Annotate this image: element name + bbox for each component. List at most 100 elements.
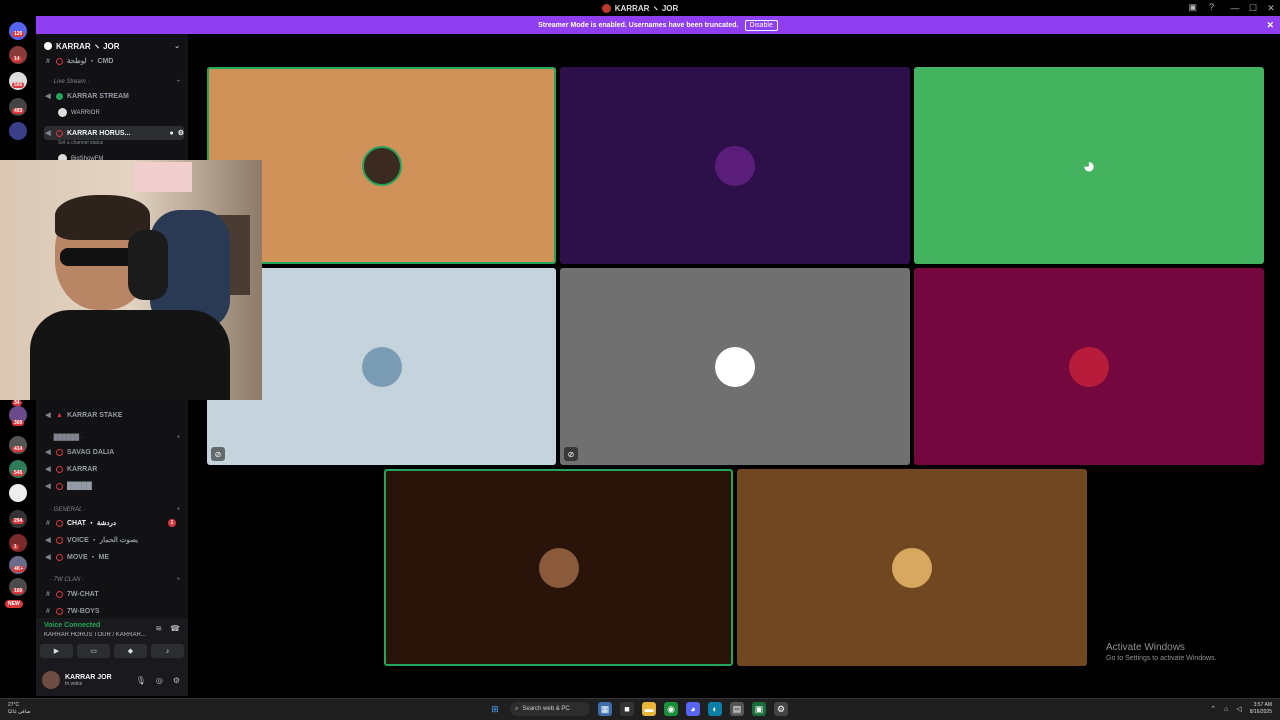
channel-voice[interactable]: ◀ VOICE ・ بصوت الحمار <box>44 533 184 547</box>
server-badge: 493 <box>12 108 25 114</box>
status-dot-icon <box>56 482 63 490</box>
channel-label: CHAT ・ دردشة <box>67 520 117 527</box>
weather-text: صافي غالبًا <box>8 709 31 715</box>
participant-tile[interactable]: ◕ <box>914 67 1264 264</box>
volume-icon[interactable]: ◁ <box>1236 705 1241 713</box>
close-window-button[interactable]: ✕ <box>1262 3 1280 14</box>
mute-icon: ⊘ <box>211 447 225 461</box>
category-label: · GENERAL · <box>50 507 86 513</box>
participant-tile[interactable] <box>560 67 910 264</box>
camera-icon: ▶ <box>53 648 60 655</box>
maximize-button[interactable]: ☐ <box>1244 3 1262 14</box>
clock[interactable]: 3:57 AM 8/16/2025 <box>1250 702 1272 716</box>
hash-icon: # <box>46 607 50 615</box>
channel-move-me[interactable]: ◀ MOVE ・ ME <box>44 550 184 564</box>
file-explorer-icon[interactable]: ▬ <box>642 702 656 716</box>
app-icon[interactable]: ▣ <box>752 702 766 716</box>
channel-label: VOICE ・ بصوت الحمار <box>67 537 139 544</box>
channel-item[interactable]: # لوطحة ・ CMD <box>44 54 184 68</box>
avatar <box>538 547 579 588</box>
server-icon[interactable] <box>9 484 27 502</box>
settings-icon[interactable]: ⚙ <box>774 702 788 716</box>
browser-icon[interactable]: ◉ <box>664 702 678 716</box>
channel-karrar-stream[interactable]: ◀ KARRAR STREAM <box>44 89 184 103</box>
category-2[interactable]: · ██████ · + <box>50 432 180 444</box>
webcam-overlay <box>0 160 262 400</box>
channel-label: KARRAR <box>67 465 98 473</box>
speaker-icon: ◀ <box>45 466 51 473</box>
participant-tile[interactable]: ⊘ <box>560 268 910 465</box>
status-dot-icon <box>56 57 63 65</box>
disconnect-icon[interactable]: ☎ <box>170 624 180 633</box>
user-panel[interactable]: KARRAR JOR In voice 🎙 ◎ ⚙ <box>36 664 188 696</box>
screen-share-icon: ▭ <box>90 648 97 655</box>
windows-start-icon[interactable]: ⊞ <box>488 702 502 716</box>
channel-chat[interactable]: # CHAT ・ دردشة 1 <box>44 516 184 530</box>
inbox-icon[interactable]: ▣ <box>1188 2 1197 13</box>
unread-badge: 1 <box>168 519 176 527</box>
mute-icon: ⊘ <box>564 447 578 461</box>
channel-label: KARRAR STAKE <box>66 411 123 419</box>
add-channel-icon[interactable]: + <box>176 435 180 441</box>
weather-widget[interactable]: 27°C صافي غالبًا <box>8 702 30 716</box>
channel-label: █████ <box>67 482 92 490</box>
activate-windows-watermark: Activate Windows Go to Settings to activ… <box>1106 642 1217 662</box>
channel-karrar-horus[interactable]: ◀ KARRAR HORUS... ● ⚙ <box>44 126 184 140</box>
voice-connected-status[interactable]: Voice Connected <box>44 622 100 629</box>
app-icon[interactable]: ◐ <box>708 702 722 716</box>
live-dot-icon <box>56 92 63 100</box>
activate-title: Activate Windows <box>1106 642 1185 653</box>
channel-label: 7W-BOYS <box>67 607 100 615</box>
channel-7w-chat[interactable]: #7W-CHAT <box>44 587 184 601</box>
chevron-up-icon[interactable]: ⌃ <box>1210 705 1216 713</box>
minimize-button[interactable]: — <box>1226 3 1244 13</box>
chat-icon[interactable]: ● <box>169 130 173 137</box>
search-icon: ⌕ <box>515 705 519 712</box>
folder-icon[interactable] <box>9 122 27 140</box>
category-live-stream[interactable]: · Live Stream · + <box>50 76 180 88</box>
mic-icon[interactable]: 🎙 <box>136 676 146 685</box>
network-icon[interactable]: ⌂ <box>1224 706 1228 713</box>
gear-icon[interactable]: ⚙ <box>173 676 180 685</box>
server-icon[interactable] <box>9 534 27 552</box>
screen-share-button[interactable]: ▭ <box>77 644 110 658</box>
close-banner-icon[interactable]: ✕ <box>1266 20 1274 31</box>
channel-label: SAVAG DALIA <box>67 448 115 456</box>
voice-stage: ◕ ⊘ ⊘ <box>188 34 1280 696</box>
taskbar-search[interactable]: ⌕ Search web & PC <box>510 702 590 716</box>
streamer-mode-banner: Streamer Mode is enabled. Usernames have… <box>36 16 1280 34</box>
calculator-icon[interactable]: ▤ <box>730 702 744 716</box>
add-channel-icon[interactable]: + <box>176 577 180 583</box>
activity-button[interactable]: ◆ <box>114 644 147 658</box>
status-dot-icon <box>56 448 63 456</box>
channel-karrar[interactable]: ◀ KARRAR <box>44 462 184 476</box>
voice-channel-name[interactable]: KARRAR HORUS TOUR / KARRAR... <box>44 632 169 638</box>
channel-savag-dalia[interactable]: ◀ SAVAG DALIA <box>44 445 184 459</box>
participant-tile[interactable] <box>914 268 1264 465</box>
disable-streamer-mode-button[interactable]: Disable <box>744 19 778 31</box>
user-status: In voice <box>65 680 83 687</box>
discord-icon[interactable]: ◕ <box>686 702 700 716</box>
task-view-icon[interactable]: ▦ <box>598 702 612 716</box>
headphones-icon[interactable]: ◎ <box>156 676 163 685</box>
app-icon[interactable]: ■ <box>620 702 634 716</box>
category-7w-clan[interactable]: · 7W CLAN · + <box>50 574 180 586</box>
soundboard-button[interactable]: ♪ <box>151 644 184 658</box>
member-warrior[interactable]: WARRIOR <box>58 108 100 117</box>
speaker-icon: ◀ <box>45 483 51 490</box>
avatar <box>361 346 402 387</box>
server-badge: 545 <box>12 470 25 476</box>
camera-button[interactable]: ▶ <box>40 644 73 658</box>
noise-suppression-icon[interactable]: ≋ <box>155 624 162 633</box>
category-general[interactable]: · GENERAL · + <box>50 504 180 516</box>
channel-blocked[interactable]: ◀ █████ <box>44 479 184 493</box>
channel-7w-boys[interactable]: #7W-BOYS <box>44 604 184 618</box>
help-icon[interactable]: ? <box>1209 2 1214 13</box>
channel-karrar-stake[interactable]: ◀ ▲ KARRAR STAKE <box>44 408 184 422</box>
set-channel-status[interactable]: Set a channel status <box>58 140 103 146</box>
participant-tile[interactable] <box>737 469 1087 666</box>
add-channel-icon[interactable]: + <box>176 507 180 513</box>
participant-tile[interactable] <box>384 469 733 666</box>
invite-icon[interactable]: ⚙ <box>178 129 184 137</box>
add-channel-icon[interactable]: + <box>176 79 180 85</box>
